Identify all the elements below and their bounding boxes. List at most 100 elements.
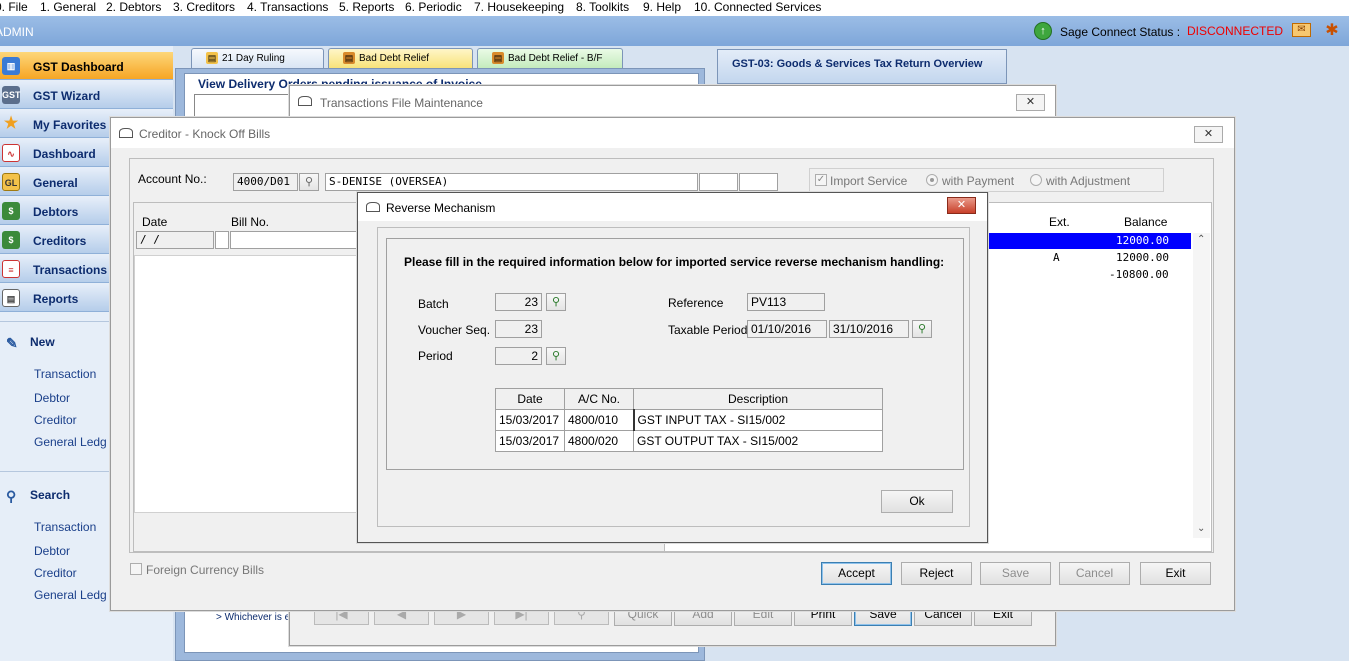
period-field[interactable]: 2	[495, 347, 542, 365]
menu-transactions[interactable]: 4. Transactions	[247, 0, 328, 14]
menu-bar: 0. File 1. General 2. Debtors 3. Credito…	[0, 0, 1349, 16]
row-date-cell[interactable]: 15/03/2017	[495, 430, 565, 452]
search-debtor-link[interactable]: Debtor	[34, 544, 70, 558]
document-icon: ▤	[206, 52, 218, 64]
account-extra-field-1[interactable]	[699, 173, 738, 191]
scroll-up-icon[interactable]: ⌃	[1197, 234, 1205, 245]
new-debtor-link[interactable]: Debtor	[34, 391, 70, 405]
with-payment-label: with Payment	[942, 174, 1015, 188]
reference-field[interactable]: PV113	[747, 293, 825, 311]
with-adjustment-radio[interactable]	[1030, 174, 1042, 186]
search-general-ledger-link[interactable]: General Ledg	[34, 588, 107, 602]
import-service-checkbox[interactable]: ✓	[815, 174, 827, 186]
vertical-scrollbar[interactable]: ⌃ ⌄	[1193, 233, 1210, 538]
sage-connect-label: Sage Connect Status :	[1060, 25, 1181, 39]
column-bill-no-header: Bill No.	[231, 215, 270, 229]
window-titlebar: Creditor - Knock Off Bills ✕	[111, 118, 1234, 148]
accept-button[interactable]: Accept	[821, 562, 892, 585]
table-row[interactable]: 15/03/2017 4800/010 GST INPUT TAX - SI15…	[495, 409, 883, 431]
new-transaction-link[interactable]: Transaction	[34, 367, 96, 381]
user-name: ADMIN	[0, 25, 34, 39]
new-section-heading: ✎ New	[6, 335, 55, 351]
search-creditor-link[interactable]: Creditor	[34, 566, 77, 580]
batch-lookup-icon[interactable]: ⚲	[546, 293, 566, 311]
bills-list[interactable]	[134, 255, 364, 513]
dialog-titlebar: Reverse Mechanism ✕	[358, 193, 987, 221]
close-button[interactable]: ✕	[1016, 94, 1045, 111]
voucher-seq-field[interactable]: 23	[495, 320, 542, 338]
foreign-currency-checkbox[interactable]	[130, 563, 142, 575]
row-ac-cell[interactable]: 4800/020	[564, 430, 634, 452]
search-transaction-link[interactable]: Transaction	[34, 520, 96, 534]
period-label: Period	[418, 349, 453, 363]
debtors-icon: $	[2, 202, 20, 220]
voucher-seq-label: Voucher Seq.	[418, 323, 491, 337]
menu-general[interactable]: 1. General	[40, 0, 96, 14]
tab-bad-debt-relief[interactable]: ▤ Bad Debt Relief	[328, 48, 473, 68]
sidebar-item-gst-wizard[interactable]: GST GST Wizard	[0, 81, 173, 109]
menu-file[interactable]: 0. File	[0, 0, 28, 14]
new-general-ledger-link[interactable]: General Ledg	[34, 435, 107, 449]
transactions-icon: ≡	[2, 260, 20, 278]
reject-button[interactable]: Reject	[901, 562, 972, 585]
tab-bad-debt-relief-bf-bills[interactable]: ▤Bad Debt Relief - B/F Bills	[477, 48, 623, 83]
menu-housekeeping[interactable]: 7. Housekeeping	[474, 0, 564, 14]
row-description-cell[interactable]: GST INPUT TAX - SI15/002	[632, 409, 883, 431]
save-button[interactable]: Save	[980, 562, 1051, 585]
ok-button[interactable]: Ok	[881, 490, 953, 513]
menu-creditors[interactable]: 3. Creditors	[173, 0, 235, 14]
balance-cell: -10800.00	[1109, 268, 1169, 281]
account-extra-field-2[interactable]	[739, 173, 778, 191]
filter-cell[interactable]	[215, 231, 229, 249]
dialog-title: Reverse Mechanism	[386, 201, 496, 215]
column-header-ac-no: A/C No.	[564, 388, 634, 410]
bill-no-filter-field[interactable]	[230, 231, 360, 249]
account-lookup-icon[interactable]: ⚲	[299, 173, 319, 191]
scroll-down-icon[interactable]: ⌄	[1197, 523, 1205, 534]
period-lookup-icon[interactable]: ⚲	[546, 347, 566, 365]
row-description-cell[interactable]: GST OUTPUT TAX - SI15/002	[633, 430, 883, 452]
row-ac-cell[interactable]: 4800/010	[564, 409, 634, 431]
sidebar-item-gst-dashboard[interactable]: ▥ GST Dashboard	[0, 52, 173, 80]
menu-connected-services[interactable]: 10. Connected Services	[694, 0, 821, 14]
sage-connect-icon[interactable]: ↑	[1034, 22, 1052, 40]
batch-label: Batch	[418, 297, 449, 311]
close-button[interactable]: ✕	[1194, 126, 1223, 143]
taxable-period-label: Taxable Period	[668, 323, 748, 337]
star-icon: ★	[3, 115, 19, 132]
gst03-title: GST-03: Goods & Services Tax Return Over…	[732, 58, 983, 70]
column-date-header: Date	[142, 215, 168, 229]
cancel-button[interactable]: Cancel	[1059, 562, 1130, 585]
row-date-cell[interactable]: 15/03/2017	[495, 409, 565, 431]
gst03-panel: GST-03: Goods & Services Tax Return Over…	[717, 49, 1007, 84]
with-payment-radio[interactable]	[926, 174, 938, 186]
menu-toolkits[interactable]: 8. Toolkits	[576, 0, 629, 14]
ext-cell: A	[1053, 251, 1060, 264]
tools-icon[interactable]: ✱	[1322, 21, 1342, 41]
batch-field[interactable]: 23	[495, 293, 542, 311]
exit-button[interactable]: Exit	[1140, 562, 1211, 585]
account-no-field[interactable]: 4000/D01	[233, 173, 298, 191]
sage-connect-status: DISCONNECTED	[1187, 24, 1284, 38]
table-row[interactable]: 15/03/2017 4800/020 GST OUTPUT TAX - SI1…	[495, 430, 883, 452]
foreign-currency-label: Foreign Currency Bills	[146, 563, 265, 577]
taxable-to-field[interactable]: 31/10/2016	[829, 320, 909, 338]
search-icon: ⚲	[6, 488, 17, 504]
new-creditor-link[interactable]: Creditor	[34, 413, 77, 427]
menu-periodic[interactable]: 6. Periodic	[405, 0, 462, 14]
new-pencil-icon: ✎	[6, 335, 18, 351]
balance-cell: 12000.00	[1116, 234, 1169, 247]
mail-icon[interactable]: ✉	[1292, 23, 1311, 37]
menu-debtors[interactable]: 2. Debtors	[106, 0, 161, 14]
reverse-mechanism-dialog: Reverse Mechanism ✕ Please fill in the r…	[357, 192, 988, 543]
menu-reports[interactable]: 5. Reports	[339, 0, 394, 14]
taxable-from-field[interactable]: 01/10/2016	[747, 320, 827, 338]
instruction-text: Please fill in the required information …	[404, 255, 945, 269]
date-filter-field[interactable]: / /	[136, 231, 214, 249]
close-button[interactable]: ✕	[947, 197, 976, 214]
taxable-period-lookup-icon[interactable]: ⚲	[912, 320, 932, 338]
tab-21-day-ruling[interactable]: ▤ 21 Day Ruling	[191, 48, 324, 68]
dialog-icon	[366, 202, 380, 212]
menu-help[interactable]: 9. Help	[643, 0, 681, 14]
account-name-field[interactable]: S-DENISE (OVERSEA)	[325, 173, 698, 191]
